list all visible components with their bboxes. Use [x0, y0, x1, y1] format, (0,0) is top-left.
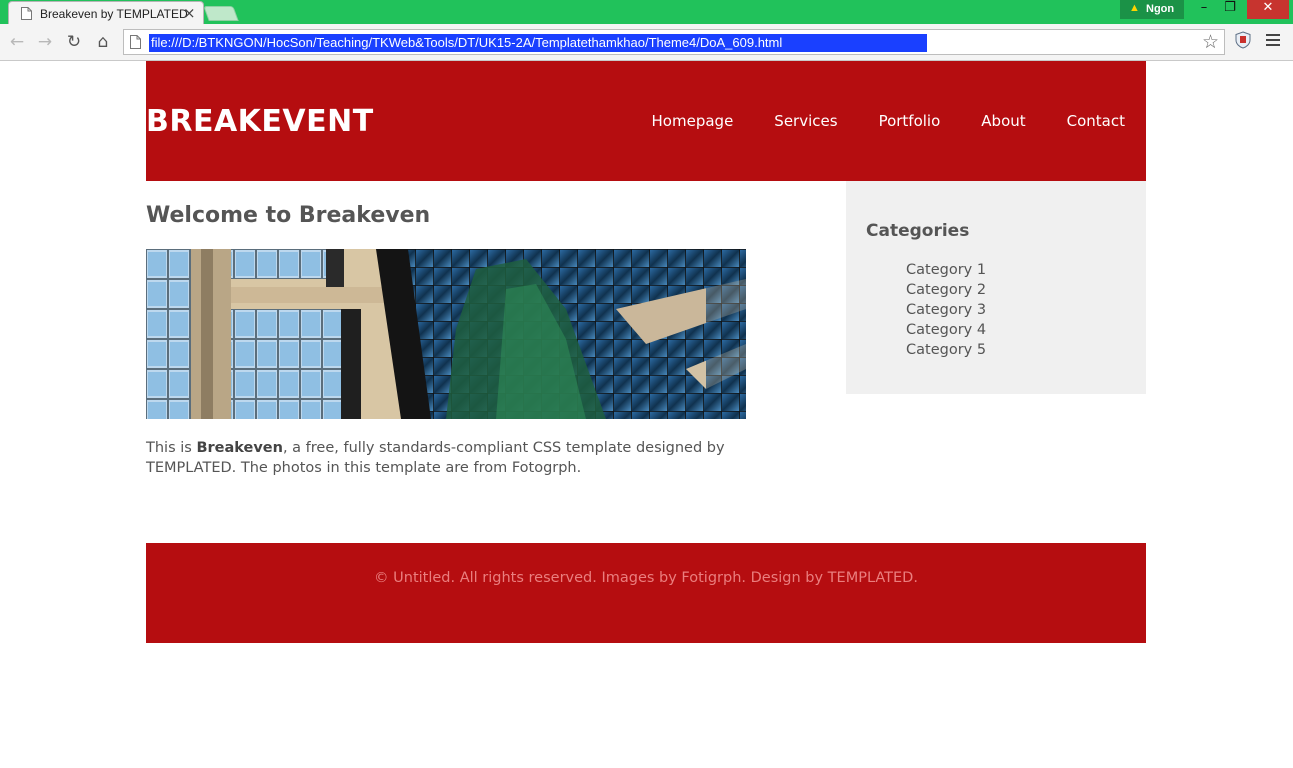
sidebar-categories: Categories Category 1 Category 2 Categor… — [846, 181, 1146, 394]
nav-contact[interactable]: Contact — [1067, 112, 1125, 130]
tab-title: Breakeven by TEMPLATED — [40, 7, 188, 21]
nav-about[interactable]: About — [981, 112, 1025, 130]
category-item[interactable]: Category 5 — [906, 340, 986, 360]
category-item[interactable]: Category 3 — [906, 300, 986, 320]
intro-text-start: This is — [146, 440, 197, 456]
minimize-button[interactable]: – — [1194, 0, 1214, 19]
site-header: BREAKEVENT Homepage Services Portfolio A… — [146, 61, 1146, 181]
category-item[interactable]: Category 1 — [906, 260, 986, 280]
bookmark-star-icon[interactable]: ☆ — [1202, 31, 1219, 53]
page-icon — [21, 7, 32, 20]
maximize-button[interactable]: ❐ — [1220, 0, 1240, 19]
intro-paragraph: This is Breakeven, a free, fully standar… — [146, 438, 746, 478]
warning-icon: ▲ — [1129, 2, 1140, 14]
nav-portfolio[interactable]: Portfolio — [879, 112, 941, 130]
page-title: Welcome to Breakeven — [146, 203, 431, 228]
back-icon[interactable]: ← — [7, 32, 27, 52]
new-tab-button[interactable] — [203, 6, 239, 21]
extension-shield-icon[interactable] — [1235, 31, 1251, 49]
site-footer: © Untitled. All rights reserved. Images … — [146, 543, 1146, 643]
main-nav: Homepage Services Portfolio About Contac… — [611, 112, 1125, 130]
url-text-selected[interactable]: file:///D:/BTKNGON/HocSon/Teaching/TKWeb… — [149, 34, 927, 52]
profile-name: Ngon — [1146, 3, 1175, 15]
close-window-button[interactable]: ✕ — [1247, 0, 1289, 19]
page-icon — [130, 35, 141, 49]
reload-icon[interactable]: ↻ — [64, 32, 84, 52]
nav-homepage[interactable]: Homepage — [652, 112, 734, 130]
address-bar[interactable]: file:///D:/BTKNGON/HocSon/Teaching/TKWeb… — [123, 29, 1225, 55]
category-list: Category 1 Category 2 Category 3 Categor… — [906, 260, 986, 360]
category-item[interactable]: Category 4 — [906, 320, 986, 340]
browser-toolbar: ← → ↻ ⌂ file:///D:/BTKNGON/HocSon/Teachi… — [0, 24, 1293, 61]
sidebar-title: Categories — [866, 221, 970, 241]
footer-copyright: © Untitled. All rights reserved. Images … — [374, 570, 918, 586]
browser-tab-active[interactable]: Breakeven by TEMPLATED × — [8, 1, 204, 25]
intro-brand-name: Breakeven — [196, 440, 283, 456]
hero-building-image — [146, 249, 746, 419]
nav-services[interactable]: Services — [774, 112, 837, 130]
forward-icon[interactable]: → — [35, 32, 55, 52]
browser-titlebar: Breakeven by TEMPLATED × ▲ Ngon – ❐ ✕ — [0, 0, 1293, 25]
tab-close-icon[interactable]: × — [183, 4, 196, 22]
site-logo[interactable]: BREAKEVENT — [146, 104, 374, 139]
menu-icon[interactable] — [1266, 34, 1280, 48]
home-icon[interactable]: ⌂ — [93, 32, 113, 52]
category-item[interactable]: Category 2 — [906, 280, 986, 300]
profile-badge[interactable]: ▲ Ngon — [1120, 0, 1184, 19]
